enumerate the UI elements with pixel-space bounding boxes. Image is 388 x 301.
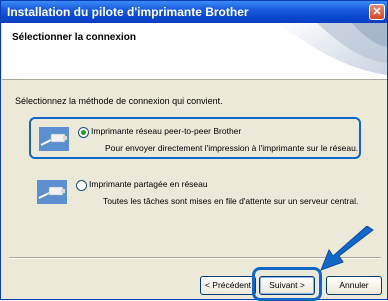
option-label: Imprimante partagée en réseau [89,179,208,189]
window-title: Installation du pilote d'imprimante Brot… [7,5,249,19]
radio-peer-to-peer[interactable] [78,127,89,138]
option-description: Toutes les tâches sont mises en file d'a… [103,196,359,206]
network-cable-icon [39,127,69,151]
option-description: Pour envoyer directement l'impression à … [105,143,359,153]
page-title: Sélectionner la connexion [12,32,136,43]
cancel-button[interactable]: Annuler [326,276,382,295]
option-shared-network[interactable]: Imprimante partagée en réseau Toutes les… [29,172,361,214]
close-icon[interactable]: ✕ [369,4,385,20]
option-peer-to-peer[interactable]: Imprimante réseau peer-to-peer Brother P… [29,117,361,159]
header-artwork [277,23,387,75]
arrow-pointer-icon [320,226,374,271]
title-bar[interactable]: Installation du pilote d'imprimante Brot… [1,1,387,23]
network-cable-icon [37,180,67,204]
next-button-highlight [252,267,322,301]
radio-selected-dot [81,130,86,135]
wizard-header: Sélectionner la connexion [2,23,387,80]
option-label: Imprimante réseau peer-to-peer Brother [91,126,242,136]
radio-shared-network[interactable] [76,180,87,191]
instruction-text: Sélectionnez la méthode de connexion qui… [15,96,223,106]
installer-window: Installation du pilote d'imprimante Brot… [0,0,388,301]
back-button[interactable]: < Précédent [200,276,256,295]
